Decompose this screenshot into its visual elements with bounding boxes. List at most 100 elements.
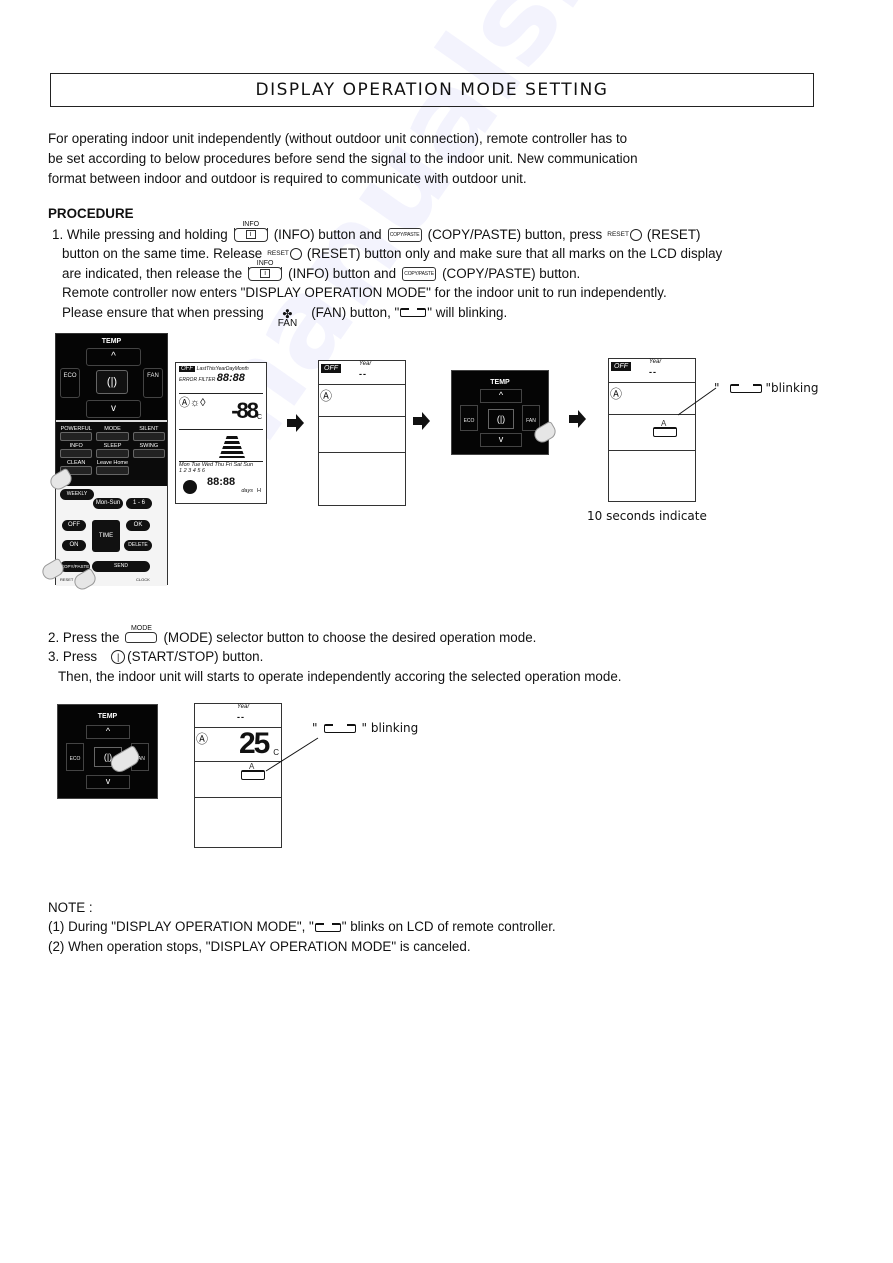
- fan-button-icon: ✤ FAN: [277, 308, 298, 329]
- function-buttons: POWERFUL MODE SILENT INFO SLEEP SWING CL…: [60, 426, 165, 475]
- text: ": [312, 721, 318, 735]
- reset-caption: RESET: [607, 230, 629, 238]
- page-title-box: DISPLAY OPERATION MODE SETTING: [50, 73, 814, 107]
- remote-button-info: INFO: [60, 443, 93, 458]
- intro-line: be set according to below procedures bef…: [48, 151, 638, 166]
- text: ": [714, 381, 720, 395]
- indoor-unit-mark-icon: [400, 308, 427, 318]
- step-1-line-3: are indicated, then release the INFO i (…: [52, 260, 772, 284]
- text: (RESET) button only and make sure that a…: [306, 246, 723, 262]
- text: (INFO) button and: [273, 226, 382, 242]
- reset-label: RESET: [60, 577, 74, 582]
- lcd-mode-row: Ⓐ☼◊ -88 C: [179, 394, 263, 430]
- fan-button: FAN: [143, 368, 163, 398]
- auto-mode-icon: Ⓐ: [196, 732, 209, 746]
- temp-label: TEMP: [490, 379, 510, 386]
- lcd-display-mode-entered: OFF Year -- Ⓐ: [318, 360, 406, 506]
- text: " will blinking.: [427, 304, 508, 320]
- info-glyph: i: [245, 230, 256, 240]
- note-heading: NOTE :: [48, 899, 93, 915]
- note-2: (2) When operation stops, "DISPLAY OPERA…: [48, 938, 471, 954]
- step-1-line-1: 1. While pressing and holding INFO i (IN…: [52, 221, 772, 245]
- auto-mode-icon: Ⓐ: [320, 389, 333, 403]
- text: (COPY/PASTE) button.: [442, 265, 581, 281]
- eco-button: ECO: [66, 743, 84, 771]
- delete-button: DELETE: [124, 540, 152, 551]
- clock-label: CLOCK: [136, 577, 150, 582]
- remote-button-silent: SILENT: [132, 426, 165, 441]
- temp-up-button: ^: [86, 725, 130, 739]
- remote-pad-fan-press: TEMP ^ ECO (|) FAN v: [451, 370, 559, 455]
- lcd-all-segments: OFF LastThisYearDayMonth ERROR FILTER 88…: [175, 362, 267, 504]
- lcd-temp-digits: -88: [231, 398, 259, 423]
- step-3-detail: Then, the indoor unit will starts to ope…: [48, 667, 768, 687]
- note-section: NOTE : (1) During "DISPLAY OPERATION MOD…: [48, 898, 768, 957]
- hours-label: H: [257, 488, 261, 494]
- power-button: (|): [96, 370, 128, 394]
- info-button-icon: INFO i: [248, 260, 283, 282]
- text: (1) During "DISPLAY OPERATION MODE", ": [48, 919, 314, 935]
- temp-label: TEMP: [101, 338, 122, 345]
- reset-button-icon: RESET: [607, 225, 642, 245]
- info-caption: INFO: [256, 260, 274, 268]
- year-dashes: --: [649, 367, 657, 377]
- copy-paste-button-icon: COPY/PASTE: [387, 227, 422, 242]
- procedure-heading: PROCEDURE: [48, 206, 134, 221]
- text: 1. While pressing and holding: [52, 226, 228, 242]
- year-dashes: --: [359, 369, 367, 379]
- page-title: DISPLAY OPERATION MODE SETTING: [255, 80, 609, 100]
- mode-icons: Ⓐ☼◊: [179, 397, 206, 409]
- text: (RESET): [646, 226, 701, 242]
- temp-down-button: v: [480, 433, 522, 447]
- temp-label: TEMP: [97, 713, 118, 720]
- cancel-send-button: SEND: [92, 561, 150, 572]
- text: (MODE) selector button to choose the des…: [163, 629, 537, 645]
- lcd-timer-row: Mon Tue Wed Thu Fri Sat Sun 1 2 3 4 5 6 …: [179, 462, 263, 502]
- lcd-off-badge: OFF: [611, 362, 631, 371]
- weekly-button: WEEKLY: [60, 489, 94, 500]
- text: (FAN) button, ": [311, 304, 400, 320]
- temp-down-button: v: [86, 400, 141, 418]
- text: 2. Press the: [48, 629, 120, 645]
- step-3: 3. Press | (START/STOP) button.: [48, 648, 768, 668]
- airflow-icon: [219, 436, 245, 458]
- clock-icon: [183, 480, 197, 494]
- step-1-line-4: Remote controller now enters "DISPLAY OP…: [52, 284, 772, 304]
- info-button-icon: INFO i: [233, 221, 268, 243]
- text: Please ensure that when pressing: [62, 304, 264, 320]
- eco-button: ECO: [60, 368, 80, 398]
- remote-button-mode: MODE: [96, 426, 129, 441]
- temp-down-button: v: [86, 775, 130, 789]
- info-caption: INFO: [242, 221, 260, 229]
- text: "blinking: [765, 381, 819, 395]
- blinking-callout: " "blinking: [714, 381, 818, 395]
- step-1-line-5: Please ensure that when pressing ✤ FAN (…: [52, 303, 772, 329]
- remote-pad-power-press: TEMP ^ ECO (|) FAN v: [57, 704, 158, 799]
- text: Then, the indoor unit will starts to ope…: [58, 668, 622, 684]
- timer-off-button: OFF: [62, 520, 86, 531]
- indoor-unit-mark-icon: [314, 922, 341, 932]
- lcd-fan-blinking: OFF Year -- Ⓐ A: [608, 358, 696, 502]
- remote-lower-panel: WEEKLY Mon-Sun 1 - 6 OFF ON TIME OK DELE…: [56, 486, 167, 586]
- one-six-button: 1 - 6: [126, 498, 152, 509]
- year-label: Year: [359, 361, 372, 367]
- text: 3. Press: [48, 649, 98, 665]
- year-label: Year: [237, 704, 250, 710]
- step-2: 2. Press the MODE (MODE) selector button…: [48, 625, 768, 648]
- remote-button-leave-home: Leave Home: [96, 460, 129, 475]
- control-pad: TEMP ^ ECO (|) FAN v: [56, 334, 167, 422]
- text: button on the same time. Release: [62, 246, 263, 262]
- indoor-unit-mark-icon: A: [653, 419, 677, 437]
- lcd-airflow-row: [179, 430, 263, 462]
- eco-button: ECO: [460, 405, 478, 431]
- temp-up-button: ^: [480, 389, 522, 403]
- fan-caption: FAN: [277, 317, 298, 329]
- note-1: (1) During "DISPLAY OPERATION MODE", " "…: [48, 918, 768, 938]
- step-1: 1. While pressing and holding INFO i (IN…: [52, 221, 772, 329]
- ok-button: OK: [126, 520, 150, 531]
- time-button: TIME: [92, 520, 120, 552]
- callout-line: [677, 387, 717, 416]
- text: Remote controller now enters "DISPLAY OP…: [62, 285, 667, 301]
- remote-button-powerful: POWERFUL: [60, 426, 93, 441]
- lcd-off-badge: OFF: [321, 364, 341, 373]
